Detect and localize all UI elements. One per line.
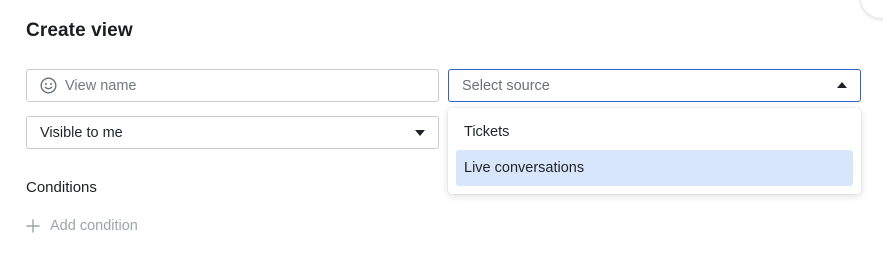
close-button[interactable]	[861, 0, 883, 18]
option-label: Live conversations	[464, 160, 585, 176]
source-option-live-conversations[interactable]: Live conversations	[456, 150, 853, 186]
option-label: Tickets	[464, 124, 510, 140]
add-condition-button[interactable]: Add condition	[26, 218, 138, 234]
conditions-heading: Conditions	[26, 179, 97, 196]
add-condition-label: Add condition	[50, 218, 138, 234]
emoji-smile-icon[interactable]	[40, 77, 57, 94]
view-name-input[interactable]	[65, 77, 405, 94]
create-view-panel: Create view Select source Visible to me …	[0, 0, 883, 254]
source-select[interactable]: Select source	[448, 69, 861, 102]
source-dropdown-menu: Tickets Live conversations	[448, 108, 861, 194]
caret-up-icon	[837, 81, 847, 88]
dialog-title: Create view	[26, 20, 133, 41]
visibility-value: Visible to me	[40, 124, 123, 141]
caret-down-icon	[415, 129, 425, 136]
visibility-select[interactable]: Visible to me	[26, 116, 439, 149]
source-placeholder: Select source	[462, 77, 550, 94]
plus-icon	[26, 219, 40, 233]
source-option-tickets[interactable]: Tickets	[456, 114, 853, 150]
view-name-field[interactable]	[26, 69, 439, 102]
